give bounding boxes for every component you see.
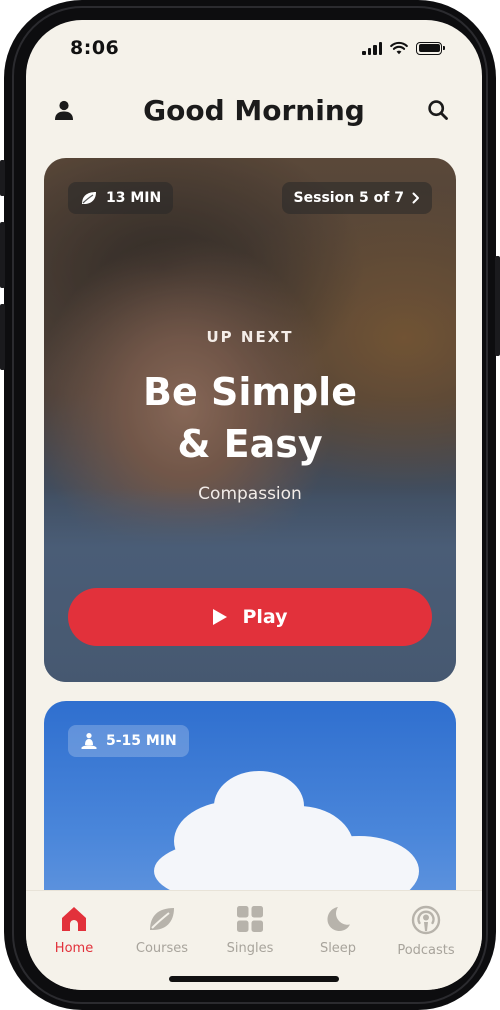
- tab-podcasts[interactable]: Podcasts: [382, 905, 470, 958]
- duration-label: 5-15 MIN: [106, 733, 177, 749]
- grid-icon: [237, 906, 263, 932]
- podcast-icon: [411, 905, 441, 935]
- play-button[interactable]: Play: [68, 588, 432, 646]
- home-icon: [62, 907, 86, 931]
- up-next-kicker: UP NEXT: [206, 328, 294, 346]
- tab-bar: Home Courses Singles Sleep Podcasts: [26, 890, 482, 990]
- page-title: Good Morning: [143, 94, 365, 127]
- tab-singles[interactable]: Singles: [206, 905, 294, 956]
- session-title-line-2: & Easy: [177, 422, 323, 466]
- moon-icon: [327, 907, 350, 931]
- battery-icon: [416, 41, 445, 55]
- cellular-signal-icon: [362, 41, 382, 55]
- course-name: Compassion: [198, 484, 302, 504]
- session-title-line-1: Be Simple: [143, 370, 357, 414]
- volume-up-button: [0, 222, 5, 288]
- duration-label: 13 MIN: [106, 190, 162, 206]
- play-label: Play: [242, 606, 288, 628]
- status-icons: [362, 41, 445, 55]
- leaf-icon: [150, 908, 174, 930]
- up-next-card[interactable]: 13 MIN Session 5 of 7 UP NEXT Be Simple …: [44, 158, 456, 682]
- search-icon: [428, 100, 448, 120]
- duration-badge: 13 MIN: [68, 182, 174, 214]
- tab-label: Home: [54, 941, 94, 956]
- tab-label: Podcasts: [397, 943, 455, 958]
- session-button[interactable]: Session 5 of 7: [281, 182, 432, 214]
- leaf-icon: [82, 192, 96, 204]
- wifi-icon: [390, 41, 408, 55]
- tab-home[interactable]: Home: [30, 905, 118, 956]
- header: Good Morning: [26, 86, 482, 136]
- phone-frame: 8:06 Good Morning 13 MIN Session 5 of 7 …: [0, 0, 500, 1010]
- search-button[interactable]: [420, 92, 456, 128]
- mute-switch: [0, 160, 5, 196]
- chevron-right-icon: [412, 192, 419, 204]
- tab-label: Sleep: [319, 941, 357, 956]
- duration-badge: 5-15 MIN: [68, 725, 189, 757]
- status-time: 8:06: [70, 37, 120, 59]
- meditation-icon: [81, 733, 97, 749]
- volume-down-button: [0, 304, 5, 370]
- tab-sleep[interactable]: Sleep: [294, 905, 382, 956]
- tab-label: Courses: [135, 941, 189, 956]
- tab-label: Singles: [226, 941, 274, 956]
- power-button: [495, 256, 500, 356]
- status-bar: 8:06: [26, 20, 482, 76]
- home-indicator[interactable]: [169, 976, 339, 982]
- session-label: Session 5 of 7: [293, 190, 404, 206]
- tab-courses[interactable]: Courses: [118, 905, 206, 956]
- play-icon: [213, 609, 228, 625]
- app-screen: 8:06 Good Morning 13 MIN Session 5 of 7 …: [26, 20, 482, 990]
- session-title: Be Simple & Easy: [44, 366, 456, 470]
